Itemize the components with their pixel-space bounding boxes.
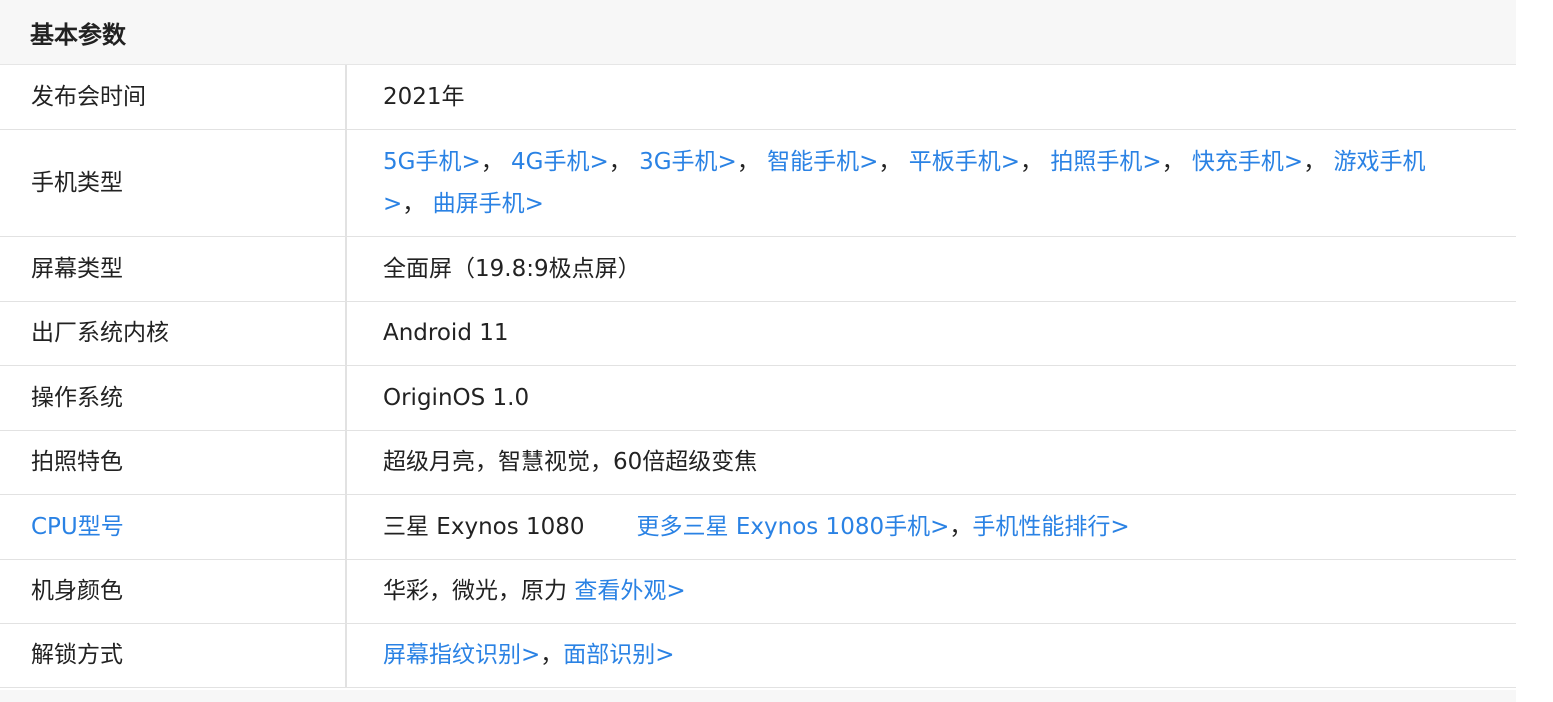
view-appearance-link[interactable]: 查看外观> xyxy=(574,578,685,604)
bottom-strip xyxy=(0,690,1516,702)
row-key: 机身颜色 xyxy=(0,559,347,624)
table-row: 屏幕类型 全面屏（19.8:9极点屏） xyxy=(0,236,1516,302)
performance-ranking-link[interactable]: 手机性能排行> xyxy=(972,514,1129,540)
table-row: 发布会时间 2021年 xyxy=(0,65,1516,130)
right-gutter xyxy=(1516,0,1553,702)
link-camera-phone[interactable]: 拍照手机> xyxy=(1050,149,1161,175)
row-key: 操作系统 xyxy=(0,365,347,431)
row-key: 屏幕类型 xyxy=(0,236,347,302)
row-value: 2021年 xyxy=(346,65,1516,130)
cpu-value: 三星 Exynos 1080 xyxy=(383,513,585,540)
row-value: 5G手机>， 4G手机>， 3G手机>， 智能手机>， 平板手机>， 拍照手机>… xyxy=(346,129,1516,237)
section-header: 基本参数 xyxy=(0,0,1516,65)
more-cpu-phones-link[interactable]: 更多三星 Exynos 1080手机> xyxy=(637,514,950,540)
section-title: 基本参数 xyxy=(30,20,126,49)
row-key: 手机类型 xyxy=(0,129,347,237)
table-row: CPU型号 三星 Exynos 1080 更多三星 Exynos 1080手机>，… xyxy=(0,494,1516,560)
row-key: 解锁方式 xyxy=(0,623,347,688)
row-value: Android 11 xyxy=(346,301,1516,366)
row-key: 拍照特色 xyxy=(0,430,347,495)
screen-fingerprint-link[interactable]: 屏幕指纹识别> xyxy=(383,642,540,668)
table-row: 拍照特色 超级月亮，智慧视觉，60倍超级变焦 xyxy=(0,430,1516,495)
params-table: 发布会时间 2021年 手机类型 5G手机>， 4G手机>， 3G手机>， 智能… xyxy=(0,65,1516,688)
params-panel: 基本参数 发布会时间 2021年 手机类型 5G手机>， 4G手机>， 3G手机… xyxy=(0,0,1516,702)
table-row: 出厂系统内核 Android 11 xyxy=(0,301,1516,366)
row-value: 超级月亮，智慧视觉，60倍超级变焦 xyxy=(346,430,1516,495)
row-value: 华彩，微光，原力 查看外观> xyxy=(346,559,1516,624)
link-smart-phone[interactable]: 智能手机> xyxy=(767,149,878,175)
link-4g-phone[interactable]: 4G手机> xyxy=(511,149,609,175)
table-row: 操作系统 OriginOS 1.0 xyxy=(0,365,1516,431)
row-key: 发布会时间 xyxy=(0,65,347,130)
table-row: 解锁方式 屏幕指纹识别>，面部识别> xyxy=(0,623,1516,688)
link-fast-charge-phone[interactable]: 快充手机> xyxy=(1192,149,1303,175)
row-value: 三星 Exynos 1080 更多三星 Exynos 1080手机>，手机性能排行… xyxy=(346,494,1516,560)
color-value: 华彩，微光，原力 xyxy=(383,578,567,604)
cpu-model-link[interactable]: CPU型号 xyxy=(0,494,347,560)
face-recognition-link[interactable]: 面部识别> xyxy=(563,642,674,668)
row-value: OriginOS 1.0 xyxy=(346,365,1516,431)
link-3g-phone[interactable]: 3G手机> xyxy=(639,149,737,175)
table-row: 机身颜色 华彩，微光，原力 查看外观> xyxy=(0,559,1516,624)
link-curved-screen-phone[interactable]: 曲屏手机> xyxy=(433,191,544,217)
row-value: 屏幕指纹识别>，面部识别> xyxy=(346,623,1516,688)
link-5g-phone[interactable]: 5G手机> xyxy=(383,149,481,175)
row-key: 出厂系统内核 xyxy=(0,301,347,366)
row-value: 全面屏（19.8:9极点屏） xyxy=(346,236,1516,302)
table-row: 手机类型 5G手机>， 4G手机>， 3G手机>， 智能手机>， 平板手机>， … xyxy=(0,129,1516,237)
link-tablet-phone[interactable]: 平板手机> xyxy=(909,149,1020,175)
